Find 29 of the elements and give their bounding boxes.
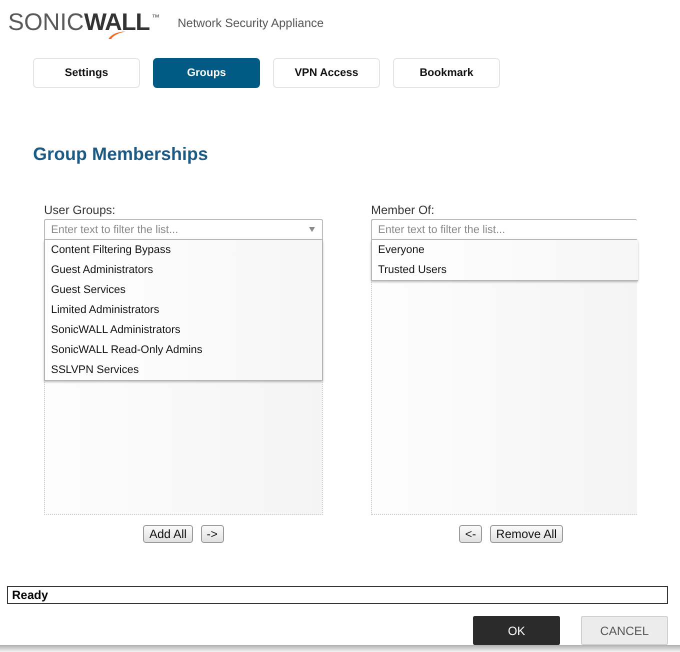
transfer-button[interactable]: Add All xyxy=(143,525,193,543)
filter-field[interactable]: Enter text to filter the list... xyxy=(371,219,637,240)
list-item[interactable]: Content Filtering Bypass xyxy=(45,240,322,260)
transfer-button[interactable]: -> xyxy=(200,525,224,543)
swoosh-icon xyxy=(108,30,126,38)
list-item[interactable]: SSLVPN Services xyxy=(45,360,322,380)
app-subtitle: Network Security Appliance xyxy=(178,16,324,30)
section-heading: Group Memberships xyxy=(33,143,208,165)
primary-button[interactable]: OK xyxy=(473,616,560,645)
brand-logo: SONICWALL™ xyxy=(8,14,160,32)
transfer-button[interactable]: Remove All xyxy=(490,525,563,543)
list-label: Member Of: xyxy=(371,203,434,217)
status-bar: Ready xyxy=(7,586,668,604)
tab[interactable]: VPN Access xyxy=(273,58,380,88)
secondary-button[interactable]: CANCEL xyxy=(581,616,668,645)
list-item[interactable]: Guest Administrators xyxy=(45,260,322,280)
list-item[interactable]: Guest Services xyxy=(45,280,322,300)
list-item[interactable]: Limited Administrators xyxy=(45,300,322,320)
tab[interactable]: Bookmark xyxy=(393,58,500,88)
tab[interactable]: Groups xyxy=(153,58,260,88)
list-item[interactable]: SonicWALL Read-Only Admins xyxy=(45,340,322,360)
transfer-button[interactable]: <- xyxy=(459,525,482,543)
tab[interactable]: Settings xyxy=(33,58,140,88)
list-item[interactable]: SonicWALL Administrators xyxy=(45,320,322,340)
list-item[interactable]: Trusted Users xyxy=(372,260,638,280)
filter-field[interactable]: Enter text to filter the list... xyxy=(44,219,323,240)
list-item[interactable]: Everyone xyxy=(372,240,638,260)
caret-icon[interactable] xyxy=(309,227,315,232)
list-label: User Groups: xyxy=(44,203,116,217)
